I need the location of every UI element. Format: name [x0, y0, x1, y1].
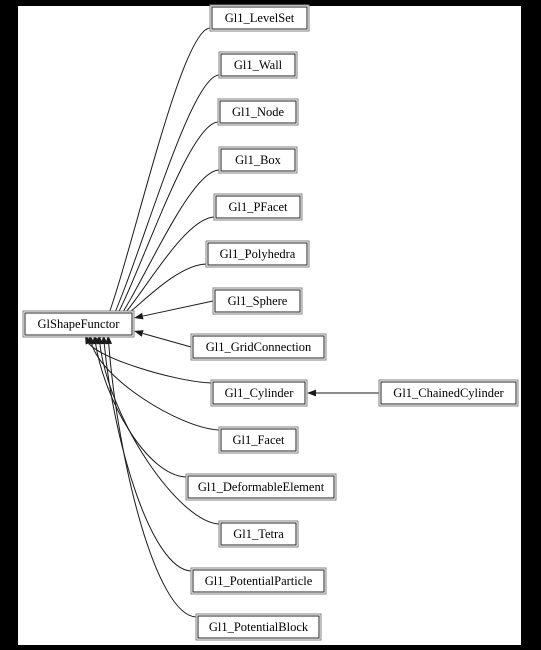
- node-label: Gl1_Node: [232, 105, 285, 119]
- node-Gl1_Cylinder[interactable]: Gl1_Cylinder: [210, 379, 308, 407]
- node-label: Gl1_LevelSet: [225, 11, 295, 25]
- node-label: Gl1_Box: [235, 153, 282, 167]
- node-Gl1_GridConnection[interactable]: Gl1_GridConnection: [190, 333, 327, 361]
- inheritance-diagram: GlShapeFunctor Gl1_LevelSet Gl1_Wall Gl1_No…: [0, 0, 541, 650]
- node-label: Gl1_Polyhedra: [220, 247, 296, 261]
- node-label: Gl1_PotentialParticle: [205, 574, 313, 588]
- node-label: GlShapeFunctor: [38, 317, 121, 331]
- diagram-canvas: GlShapeFunctor Gl1_LevelSet Gl1_Wall Gl1_No…: [0, 0, 541, 650]
- node-label: Gl1_DeformableElement: [198, 480, 325, 494]
- node-label: Gl1_ChainedCylinder: [393, 386, 504, 400]
- node-Gl1_ChainedCylinder[interactable]: Gl1_ChainedCylinder: [378, 379, 519, 407]
- node-label: Gl1_Cylinder: [225, 386, 295, 400]
- node-Gl1_Box[interactable]: Gl1_Box: [218, 146, 298, 174]
- node-label: Gl1_GridConnection: [206, 340, 312, 354]
- node-Gl1_LevelSet[interactable]: Gl1_LevelSet: [209, 4, 310, 32]
- node-label: Gl1_Facet: [232, 433, 285, 447]
- node-Gl1_Node[interactable]: Gl1_Node: [217, 98, 299, 126]
- node-Gl1_PotentialParticle[interactable]: Gl1_PotentialParticle: [190, 567, 327, 595]
- node-label: Gl1_PFacet: [228, 200, 288, 214]
- node-Gl1_DeformableElement[interactable]: Gl1_DeformableElement: [185, 473, 337, 501]
- node-Gl1_PFacet[interactable]: Gl1_PFacet: [213, 193, 303, 221]
- node-Gl1_Polyhedra[interactable]: Gl1_Polyhedra: [205, 240, 310, 268]
- node-Gl1_Sphere[interactable]: Gl1_Sphere: [212, 287, 303, 315]
- node-label: Gl1_PotentialBlock: [209, 620, 309, 634]
- node-Gl1_PotentialBlock[interactable]: Gl1_PotentialBlock: [195, 613, 322, 641]
- node-Gl1_Facet[interactable]: Gl1_Facet: [218, 426, 299, 454]
- node-label: Gl1_Tetra: [233, 527, 284, 541]
- node-Gl1_Tetra[interactable]: Gl1_Tetra: [218, 520, 299, 548]
- node-GlShapeFunctor[interactable]: GlShapeFunctor: [22, 310, 135, 338]
- node-label: Gl1_Sphere: [228, 294, 288, 308]
- node-label: Gl1_Wall: [234, 58, 283, 72]
- node-Gl1_Wall[interactable]: Gl1_Wall: [218, 51, 298, 79]
